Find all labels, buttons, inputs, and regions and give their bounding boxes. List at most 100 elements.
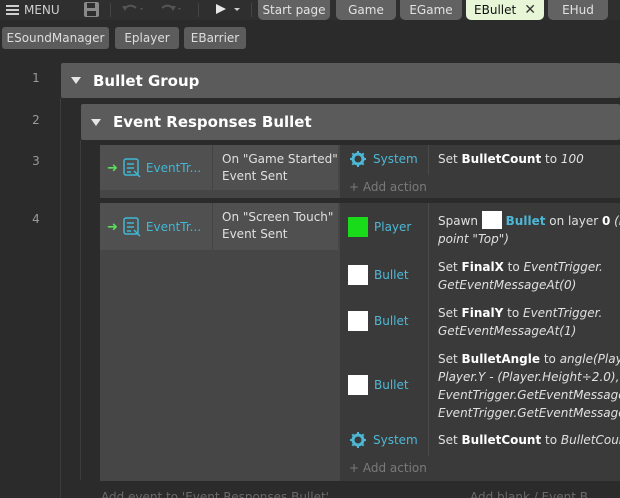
action-object-bullet[interactable]: Bullet (348, 265, 409, 285)
condition-object[interactable]: ➜ EventTr... (107, 217, 201, 237)
gear-icon (350, 432, 366, 448)
action-word: Spawn (438, 214, 482, 228)
action-text[interactable]: Set BulletAngle to angle(Player Player.Y… (438, 350, 620, 422)
tab-start-page[interactable]: Start page (258, 0, 330, 20)
divider (428, 203, 429, 456)
bullet-swatch-icon (481, 211, 502, 229)
action-object-label: Bullet (374, 314, 409, 328)
menu-label: MENU (24, 3, 60, 17)
condition-object-label: EventTr... (145, 161, 202, 175)
action-word: to (540, 352, 560, 366)
condition-object-label: EventTr... (145, 220, 202, 234)
bullet-swatch-icon (348, 265, 368, 285)
action-variable: BulletCount (461, 433, 542, 447)
group-nesting-line (60, 98, 61, 498)
line-number: 1 (32, 71, 40, 85)
undo-icon[interactable] (120, 0, 146, 18)
action-object-system[interactable]: System (349, 150, 418, 168)
divider (212, 203, 213, 250)
action-object-label: System (373, 433, 418, 447)
action-object-label: Player (374, 220, 412, 234)
action-object-player[interactable]: Player (348, 217, 411, 237)
action-variable: FinalY (461, 306, 504, 320)
action-object-bullet[interactable]: Bullet (348, 375, 409, 395)
action-value: EventTrigger.GetEventMessageAt (438, 406, 620, 420)
line-number: 4 (32, 212, 40, 226)
action-object-system[interactable]: System (349, 431, 418, 449)
play-icon[interactable] (213, 0, 243, 18)
tab-label: EHud (562, 3, 594, 17)
action-value: angle(Player (559, 352, 620, 366)
action-value: GetEventMessageAt(0) (438, 278, 577, 292)
action-variable: BulletCount (461, 152, 542, 166)
action-link: Bullet (505, 214, 546, 228)
condition-text[interactable]: On "Game Started" Event Sent (222, 151, 338, 185)
tab-label: EBarrier (190, 31, 240, 45)
tab-ebullet[interactable]: EBullet ✕ (466, 0, 544, 20)
toolbar-separator (251, 3, 252, 17)
condition-object[interactable]: ➜ EventTr... (107, 158, 201, 178)
hamburger-icon (6, 5, 19, 15)
action-word: Set (438, 260, 462, 274)
action-value: Player.Y - (Player.Height÷2.0), (438, 370, 620, 384)
tab-esoundmanager[interactable]: ESoundManager (2, 27, 109, 49)
action-object-label: Bullet (374, 268, 409, 282)
add-event-link[interactable]: Add event to 'Event Responses Bullet' (101, 490, 329, 498)
action-object-bullet[interactable]: Bullet (348, 311, 409, 331)
group-title: Bullet Group (93, 71, 200, 90)
save-icon[interactable] (83, 0, 100, 18)
line-number: 3 (32, 154, 40, 168)
group-header-bullet-group[interactable]: Bullet Group (61, 63, 620, 98)
tab-label: Start page (262, 3, 326, 17)
player-swatch-icon (348, 217, 368, 237)
event-trigger-icon (123, 158, 141, 178)
collapse-triangle-icon[interactable] (91, 118, 101, 126)
action-word: point "Top") (438, 232, 509, 246)
action-object-label: Bullet (374, 378, 409, 392)
action-word: Set (438, 152, 462, 166)
tab-egame[interactable]: EGame (400, 0, 462, 20)
condition-text[interactable]: On "Screen Touch" Event Sent (222, 209, 333, 243)
action-word: to (503, 260, 524, 274)
group-nesting-line (80, 140, 81, 480)
add-action-button[interactable]: + Add action (349, 180, 427, 194)
divider (212, 145, 213, 190)
tab-game[interactable]: Game (336, 0, 396, 20)
action-word: to (541, 433, 561, 447)
action-value: EventTrigger. (523, 260, 603, 274)
group-header-event-responses-bullet[interactable]: Event Responses Bullet (81, 104, 620, 140)
action-word: on layer (545, 214, 602, 228)
add-blank-link[interactable]: Add blank / Event B... (470, 490, 599, 498)
toolbar-separator (198, 3, 199, 17)
action-variable: BulletAngle (461, 352, 540, 366)
menu-button[interactable]: MENU (6, 2, 60, 18)
action-text[interactable]: Set FinalX to EventTrigger. GetEventMess… (438, 258, 603, 294)
gear-icon (350, 151, 366, 167)
condition-line: Event Sent (222, 227, 288, 241)
add-action-button[interactable]: + Add action (349, 461, 427, 475)
tab-label: Game (348, 3, 384, 17)
action-text[interactable]: Set BulletCount to 100 (438, 150, 584, 168)
action-value: BulletCount (560, 433, 620, 447)
action-text[interactable]: Spawn Bullet on layer 0 (im point "Top") (438, 211, 620, 248)
action-word: (im (614, 214, 620, 228)
tab-label: EGame (409, 3, 453, 17)
action-value: GetEventMessageAt(1) (438, 324, 577, 338)
tab-ehud[interactable]: EHud (548, 0, 608, 20)
action-value: 100 (560, 152, 584, 166)
condition-line: On "Game Started" (222, 152, 338, 166)
action-text[interactable]: Set FinalY to EventTrigger. GetEventMess… (438, 304, 602, 340)
group-title: Event Responses Bullet (113, 113, 312, 131)
tab-ebarrier[interactable]: EBarrier (184, 27, 246, 49)
trigger-arrow-icon: ➜ (107, 219, 118, 235)
toolbar: MENU Start page Game EGame EBullet ✕ EHu… (0, 0, 620, 20)
close-icon[interactable]: ✕ (524, 3, 536, 17)
redo-icon[interactable] (156, 0, 182, 18)
bullet-swatch-icon (348, 311, 368, 331)
condition-line: On "Screen Touch" (222, 210, 334, 224)
action-text[interactable]: Set BulletCount to BulletCount (438, 431, 620, 449)
trigger-arrow-icon: ➜ (107, 160, 118, 176)
collapse-triangle-icon[interactable] (71, 77, 81, 84)
action-object-label: System (373, 152, 418, 166)
tab-eplayer[interactable]: Eplayer (115, 27, 179, 49)
